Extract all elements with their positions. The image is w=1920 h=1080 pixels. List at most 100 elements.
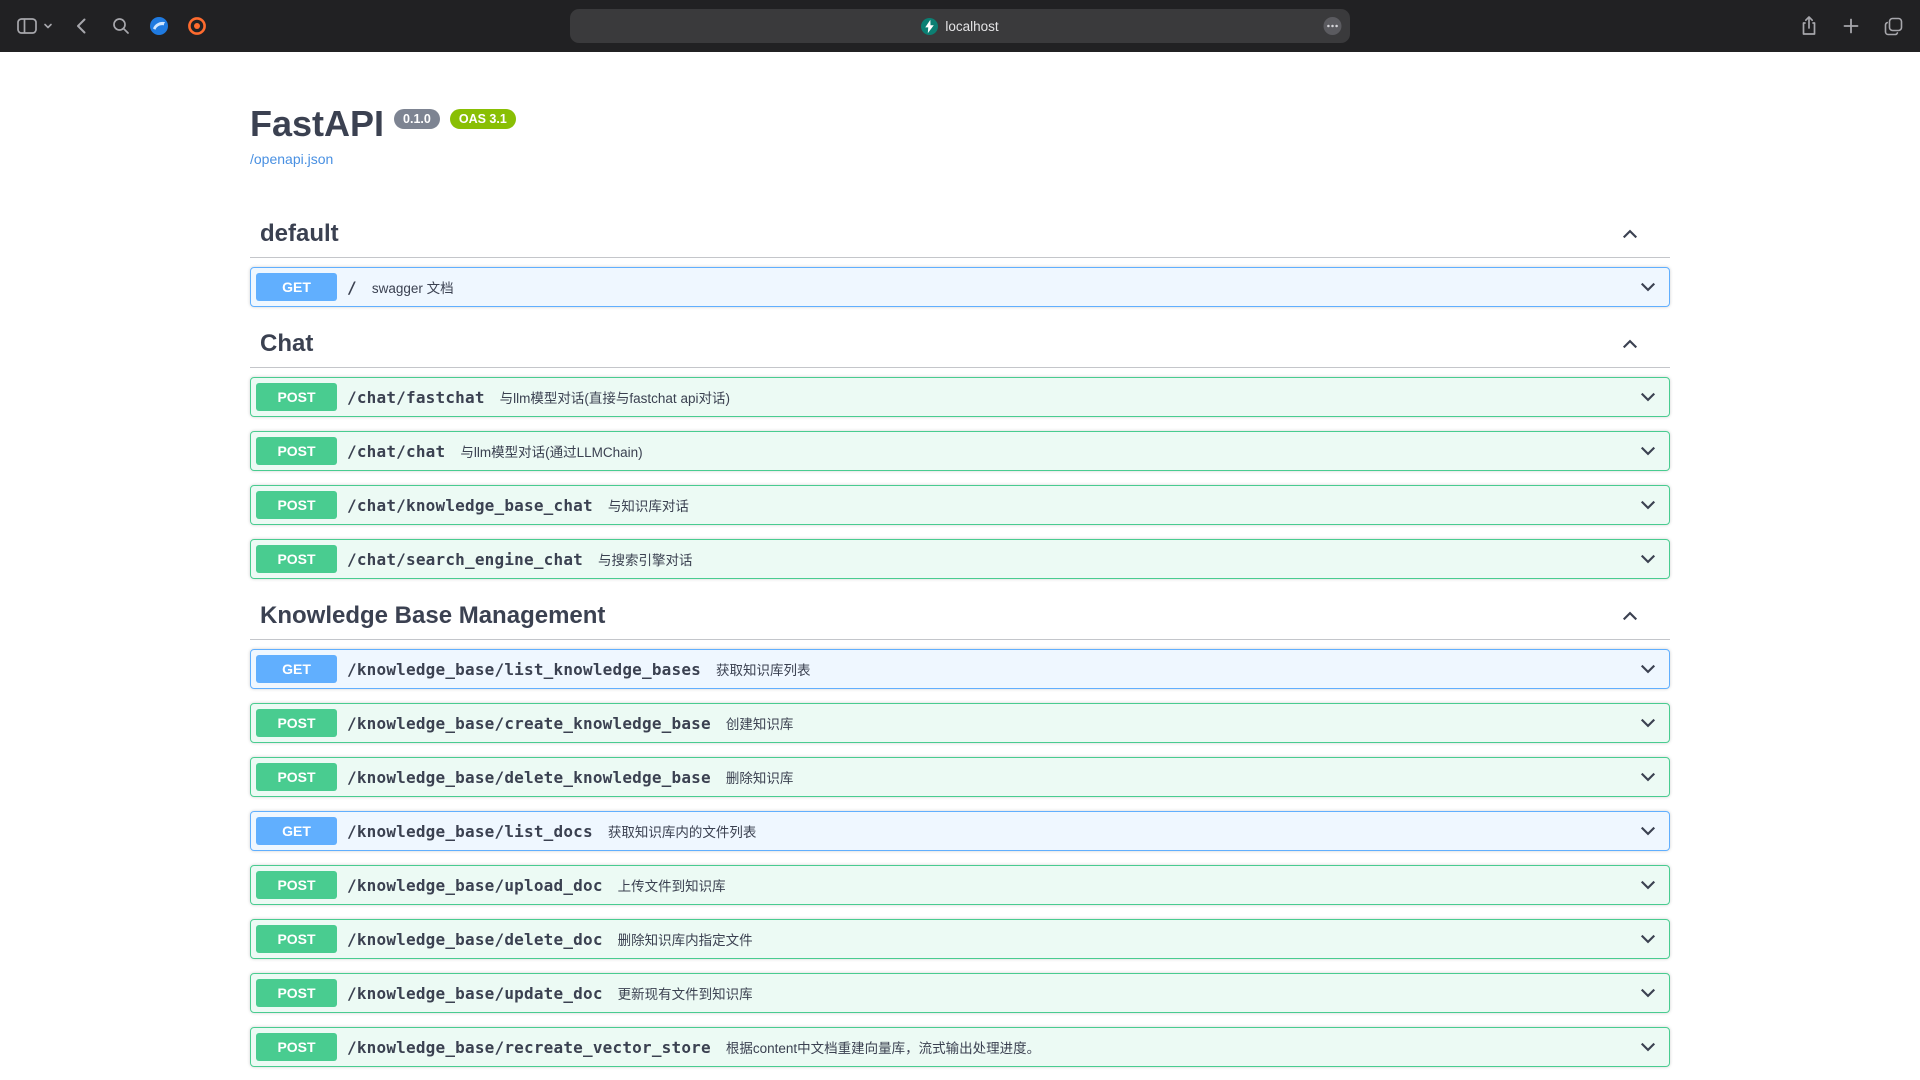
openapi-json-link[interactable]: /openapi.json [250, 151, 333, 167]
operation-description: 与llm模型对话(通过LLMChain) [460, 441, 1637, 461]
sidebar-toggle-button[interactable] [16, 15, 38, 37]
oas-badge: OAS 3.1 [450, 109, 516, 129]
chevron-up-icon[interactable] [1619, 333, 1641, 355]
page-settings-button[interactable] [1323, 17, 1342, 36]
operation-description: 更新现有文件到知识库 [618, 983, 1637, 1003]
chevron-down-icon[interactable] [1637, 386, 1659, 408]
tab-overview-button[interactable] [1883, 16, 1904, 37]
chevron-down-icon[interactable] [1637, 658, 1659, 680]
share-icon [1799, 15, 1819, 37]
operation-path: /knowledge_base/list_docs [347, 822, 593, 841]
operation-path: /chat/fastchat [347, 388, 485, 407]
site-favicon [921, 18, 938, 35]
operation-row[interactable]: POST /knowledge_base/recreate_vector_sto… [250, 1027, 1670, 1067]
thunderbird-icon [149, 16, 169, 36]
version-badge: 0.1.0 [394, 109, 440, 129]
sidebar-icon [16, 15, 38, 37]
operation-description: 与知识库对话 [608, 495, 1637, 515]
operation-row[interactable]: GET / swagger 文档 [250, 267, 1670, 307]
operation-path: /knowledge_base/update_doc [347, 984, 603, 1003]
record-ring-icon [187, 16, 207, 36]
method-badge: POST [256, 979, 337, 1007]
operation-row[interactable]: POST /knowledge_base/delete_knowledge_ba… [250, 757, 1670, 797]
address-bar[interactable]: localhost [570, 9, 1350, 43]
chevron-down-icon[interactable] [1637, 276, 1659, 298]
section-default: default GET / swagger 文档 [250, 211, 1670, 307]
operation-row[interactable]: POST /knowledge_base/delete_doc 删除知识库内指定… [250, 919, 1670, 959]
operation-row[interactable]: POST /chat/fastchat 与llm模型对话(直接与fastchat… [250, 377, 1670, 417]
operation-path: / [347, 278, 357, 297]
chevron-up-icon[interactable] [1619, 223, 1641, 245]
method-badge: POST [256, 437, 337, 465]
operation-path: /knowledge_base/upload_doc [347, 876, 603, 895]
operation-path: /knowledge_base/recreate_vector_store [347, 1038, 711, 1057]
ellipsis-icon [1323, 17, 1342, 36]
url-text: localhost [945, 19, 998, 34]
search-icon [111, 16, 131, 36]
swagger-page: FastAPI 0.1.0 OAS 3.1 /openapi.json defa… [0, 52, 1920, 1080]
chevron-down-icon[interactable] [1637, 982, 1659, 1004]
section-header-default[interactable]: default [250, 211, 1670, 258]
operation-description: 获取知识库列表 [716, 659, 1637, 679]
operation-description: 删除知识库 [726, 767, 1637, 787]
operation-row[interactable]: GET /knowledge_base/list_docs 获取知识库内的文件列… [250, 811, 1670, 851]
extension-button-orange[interactable] [187, 16, 207, 36]
section-header-chat[interactable]: Chat [250, 321, 1670, 368]
chevron-down-icon[interactable] [1637, 712, 1659, 734]
method-badge: POST [256, 709, 337, 737]
method-badge: POST [256, 383, 337, 411]
extension-button-blue[interactable] [149, 16, 169, 36]
search-button[interactable] [111, 16, 131, 36]
operation-path: /knowledge_base/delete_knowledge_base [347, 768, 711, 787]
chevron-down-icon [43, 21, 53, 31]
operation-row[interactable]: POST /chat/chat 与llm模型对话(通过LLMChain) [250, 431, 1670, 471]
operation-path: /chat/search_engine_chat [347, 550, 583, 569]
method-badge: POST [256, 871, 337, 899]
chevron-down-icon[interactable] [1637, 928, 1659, 950]
section-title: Knowledge Base Management [260, 602, 1619, 630]
chevron-down-icon[interactable] [1637, 494, 1659, 516]
operation-row[interactable]: POST /knowledge_base/create_knowledge_ba… [250, 703, 1670, 743]
fastapi-favicon-icon [921, 18, 938, 35]
method-badge: POST [256, 1033, 337, 1061]
share-button[interactable] [1799, 15, 1819, 37]
operation-description: 获取知识库内的文件列表 [608, 821, 1637, 841]
operation-description: swagger 文档 [372, 277, 1637, 297]
chevron-up-icon[interactable] [1619, 605, 1641, 627]
chevron-down-icon[interactable] [1637, 548, 1659, 570]
chevron-down-icon[interactable] [1637, 440, 1659, 462]
operation-row[interactable]: POST /chat/knowledge_base_chat 与知识库对话 [250, 485, 1670, 525]
tabs-icon [1883, 16, 1904, 37]
operation-row[interactable]: POST /chat/search_engine_chat 与搜索引擎对话 [250, 539, 1670, 579]
section-title: Chat [260, 330, 1619, 358]
operation-path: /knowledge_base/delete_doc [347, 930, 603, 949]
new-tab-button[interactable] [1841, 16, 1861, 36]
method-badge: POST [256, 763, 337, 791]
operation-description: 上传文件到知识库 [618, 875, 1637, 895]
section-chat: Chat POST /chat/fastchat 与llm模型对话(直接与fas… [250, 321, 1670, 579]
chevron-down-icon[interactable] [1637, 766, 1659, 788]
sidebar-menu-button[interactable] [43, 21, 53, 31]
method-badge: GET [256, 655, 337, 683]
method-badge: GET [256, 817, 337, 845]
method-badge: GET [256, 273, 337, 301]
back-button[interactable] [71, 15, 93, 37]
section-knowledge-base-management: Knowledge Base Management GET /knowledge… [250, 593, 1670, 1067]
operation-path: /chat/knowledge_base_chat [347, 496, 593, 515]
browser-toolbar: localhost [0, 0, 1920, 52]
operation-description: 与搜索引擎对话 [598, 549, 1637, 569]
plus-icon [1841, 16, 1861, 36]
operation-path: /chat/chat [347, 442, 445, 461]
section-header-knowledge-base-management[interactable]: Knowledge Base Management [250, 593, 1670, 640]
operation-description: 删除知识库内指定文件 [618, 929, 1637, 949]
operation-path: /knowledge_base/create_knowledge_base [347, 714, 711, 733]
chevron-down-icon[interactable] [1637, 1036, 1659, 1058]
chevron-down-icon[interactable] [1637, 820, 1659, 842]
operation-row[interactable]: GET /knowledge_base/list_knowledge_bases… [250, 649, 1670, 689]
operation-row[interactable]: POST /knowledge_base/update_doc 更新现有文件到知… [250, 973, 1670, 1013]
api-title: FastAPI 0.1.0 OAS 3.1 [250, 102, 1670, 145]
operation-description: 根据content中文档重建向量库，流式输出处理进度。 [726, 1037, 1637, 1057]
chevron-down-icon[interactable] [1637, 874, 1659, 896]
operation-row[interactable]: POST /knowledge_base/upload_doc 上传文件到知识库 [250, 865, 1670, 905]
api-title-text: FastAPI [250, 102, 384, 145]
